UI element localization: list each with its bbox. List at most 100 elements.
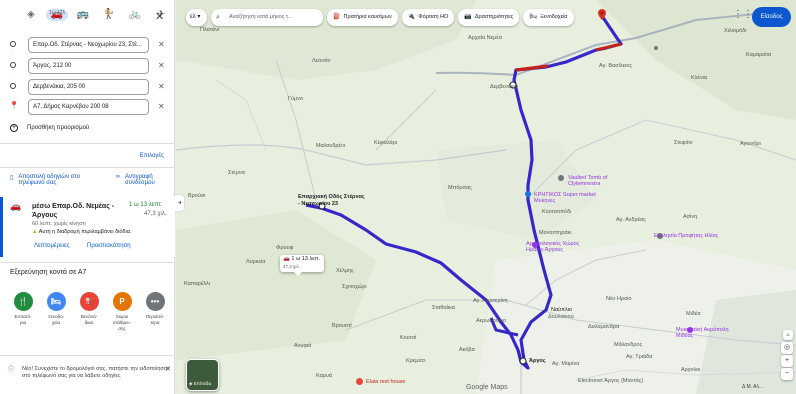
place-label[interactable]: Βρούσι: [188, 193, 205, 199]
place-label[interactable]: Στεφάνι: [674, 140, 692, 146]
place-label[interactable]: Δουλιανού: [548, 314, 574, 320]
waypoint-input-3[interactable]: Δερβενάκια, 205 00: [28, 79, 149, 95]
travel-mode-bike[interactable]: 🚲: [124, 6, 146, 32]
place-label[interactable]: Σχινοχώρι: [342, 284, 367, 290]
map-canvas[interactable]: Πλατάνι Αρχαία Νεμέα Χιλιομόδι Καμαριέτα Αγ.…: [176, 0, 796, 394]
add-destination-button[interactable]: + Προσθήκη προορισμού: [10, 124, 89, 132]
place-label[interactable]: Στέρνα: [228, 170, 245, 176]
options-button[interactable]: Επιλογές: [140, 153, 164, 159]
place-label[interactable]: Δαλαμανάρα: [588, 324, 619, 330]
place-label[interactable]: Λυρκεία: [246, 259, 265, 265]
poi-label[interactable]: Εκκλησία Προφήτης Ηλίας: [654, 233, 724, 239]
place-label[interactable]: Χιλιομόδι: [724, 28, 746, 34]
place-label[interactable]: Νέο Ηραίο: [606, 296, 632, 302]
place-label[interactable]: Πλατάνι: [200, 27, 219, 33]
preview-link[interactable]: Προεπισκόπηση: [87, 243, 131, 249]
travel-mode-transit[interactable]: 🚌: [72, 6, 94, 32]
place-label[interactable]: Αγ. Βασίλειος: [599, 63, 632, 69]
language-select[interactable]: ελ ▾: [186, 9, 207, 26]
place-label[interactable]: Κλένια: [691, 75, 707, 81]
close-notice-icon[interactable]: ✕: [165, 366, 171, 373]
waypoint-input-1[interactable]: Επαρ.Οδ. Στέρνας - Νεοχωρίου 23, Στέ...: [28, 37, 149, 53]
place-label[interactable]: Καπαρέλλι: [184, 281, 210, 287]
travel-mode-car[interactable]: 🚗 1ώ 12λ: [46, 6, 68, 32]
zoom-out-button[interactable]: −: [781, 368, 793, 380]
place-label[interactable]: Μάλανδρος: [614, 342, 642, 348]
place-label[interactable]: Κουτσοπόδι: [542, 209, 571, 215]
location-icon[interactable]: ◎: [781, 342, 793, 354]
signin-button[interactable]: Είσοδος: [752, 7, 791, 27]
town-nafplio[interactable]: Ναύπλιο: [551, 307, 572, 313]
pegman-icon[interactable]: ☺: [783, 330, 793, 340]
chip-ev[interactable]: 🔌 Φόρτιση ΗΟ: [401, 9, 455, 26]
place-label[interactable]: Λεοντίο: [312, 58, 330, 64]
collapse-panel-button[interactable]: ◂: [175, 194, 185, 212]
place-label[interactable]: Βρουστί: [332, 323, 352, 329]
layers-button[interactable]: ◈ Επίπεδα: [186, 359, 219, 391]
poi-label[interactable]: Vaulted Tomb of Clytemnestra: [568, 175, 638, 187]
category-button[interactable]: 🛏 Ξενοδο-χεία: [45, 292, 67, 332]
search-along-route-input[interactable]: ⌕ Αναζήτηση κατά μήκος τ...: [211, 9, 323, 26]
category-button[interactable]: P Χώροι στάθμευ-σης: [111, 292, 133, 332]
remove-waypoint-icon[interactable]: ✕: [158, 102, 165, 111]
place-label[interactable]: Αργολικ: [681, 367, 700, 373]
details-link[interactable]: Λεπτομέρειες: [34, 243, 70, 249]
hotel-label: Elaia rest house: [366, 378, 406, 385]
poi-label[interactable]: Μυκηναϊκή Ακρόπολη Μιδέας: [676, 327, 746, 339]
place-label[interactable]: Καρυά: [316, 373, 332, 379]
place-label[interactable]: Κουτσί: [400, 335, 416, 341]
poi-label[interactable]: Αρχαιολογικός Χώρος Ηραίου Άργους: [526, 241, 596, 253]
category-button[interactable]: 🍴 Εστιατό-ρια: [12, 292, 34, 332]
place-label[interactable]: Κρεμασ.: [406, 358, 427, 364]
place-label[interactable]: Σταθαίικα: [432, 305, 455, 311]
place-label[interactable]: Δερβενάκια: [490, 84, 518, 90]
place-label[interactable]: Μπόρσας: [448, 185, 472, 191]
remove-waypoint-icon[interactable]: ✕: [158, 82, 165, 91]
place-label[interactable]: Αγ. Μαρίνα: [552, 361, 579, 367]
zoom-in-button[interactable]: +: [781, 355, 793, 367]
remove-waypoint-icon[interactable]: ✕: [158, 61, 165, 70]
poi-label[interactable]: ΚΡΗΤΙΚΟΣ Super market Μυκηνες: [534, 192, 604, 204]
place-label[interactable]: Αγ. Ανδρέας: [616, 217, 646, 223]
place-label[interactable]: Ακόβα: [459, 347, 475, 353]
place-label[interactable]: Ασίνη: [683, 214, 697, 220]
place-label[interactable]: Electronet Άργος (Μαντάς): [578, 378, 643, 384]
chip-gas[interactable]: ⛽ Πρατήρια καυσίμων: [327, 9, 398, 26]
place-label[interactable]: Αγ. Τριάδα: [626, 354, 652, 360]
map-route-callout[interactable]: 🚗 1 ω 13 λεπ. 47,3 χιλ.: [280, 255, 324, 276]
place-label[interactable]: Μιδέα: [686, 311, 701, 317]
place-label[interactable]: Κεφαλάρι: [374, 140, 397, 146]
place-label[interactable]: Ανυφιά: [294, 343, 311, 349]
travel-mode-directions[interactable]: ◈: [20, 6, 42, 32]
category-button[interactable]: ••• Περισσό-τερα: [144, 292, 166, 332]
copy-link-button[interactable]: ∞ Αντιγραφή συνδέσμου: [116, 174, 170, 186]
chip-activity[interactable]: 📷 Δραστηριότητες: [458, 9, 520, 26]
waypoint-input-2[interactable]: Άργος, 212 00: [28, 58, 149, 74]
category-button[interactable]: ⛽ Βενζινά-δικα: [78, 292, 100, 332]
travel-mode-walk[interactable]: 🚶 9 ώ: [98, 6, 120, 32]
place-label[interactable]: Μοναστηράκι: [539, 230, 571, 236]
waypoint-input-4[interactable]: Α7, Δήμος Καρνέβου 200 08: [28, 99, 149, 115]
hotel-marker[interactable]: Elaia rest house: [356, 378, 405, 385]
place-label[interactable]: Αερωδρόμιο: [476, 318, 506, 324]
origin-label[interactable]: Επαρχιακή Οδός Στέρνας - Νεοχωρίου 23: [298, 194, 368, 208]
dots-connector-icon: · ·: [12, 47, 14, 57]
place-label[interactable]: Γύμνο: [288, 96, 303, 102]
send-to-phone-button[interactable]: ▯ Αποστολή οδηγιών στο τηλέφωνό σας: [10, 174, 88, 186]
place-label[interactable]: Χέλμης: [336, 268, 354, 274]
remove-waypoint-icon[interactable]: ✕: [158, 40, 165, 49]
ev-icon: 🔌: [407, 14, 416, 20]
place-label[interactable]: Καμαριέτα: [746, 52, 771, 58]
route-option-card[interactable]: 🚗 μέσω Επαρ.Οδ. Νεμέας - Άργους 1 ω 13 λ…: [0, 197, 175, 257]
place-label[interactable]: Φρουφ: [276, 245, 293, 251]
place-label[interactable]: Αγ. Αικατερίνη: [473, 298, 508, 304]
chip-hotel[interactable]: 🛏 Ξενοδοχεία: [523, 9, 574, 26]
place-label[interactable]: Μαλανδρένι: [316, 143, 345, 149]
layers-label: ◈ Επίπεδα: [189, 381, 212, 386]
directions-icon: ◈: [27, 9, 35, 20]
place-label[interactable]: Αρχαία Νεμέα: [468, 35, 502, 41]
place-label[interactable]: Αγιονόρι: [740, 141, 761, 147]
close-icon[interactable]: ✕: [155, 10, 164, 23]
route-distance: 47,3 χιλ.: [144, 211, 167, 217]
town-argos[interactable]: Άργος: [529, 358, 546, 364]
